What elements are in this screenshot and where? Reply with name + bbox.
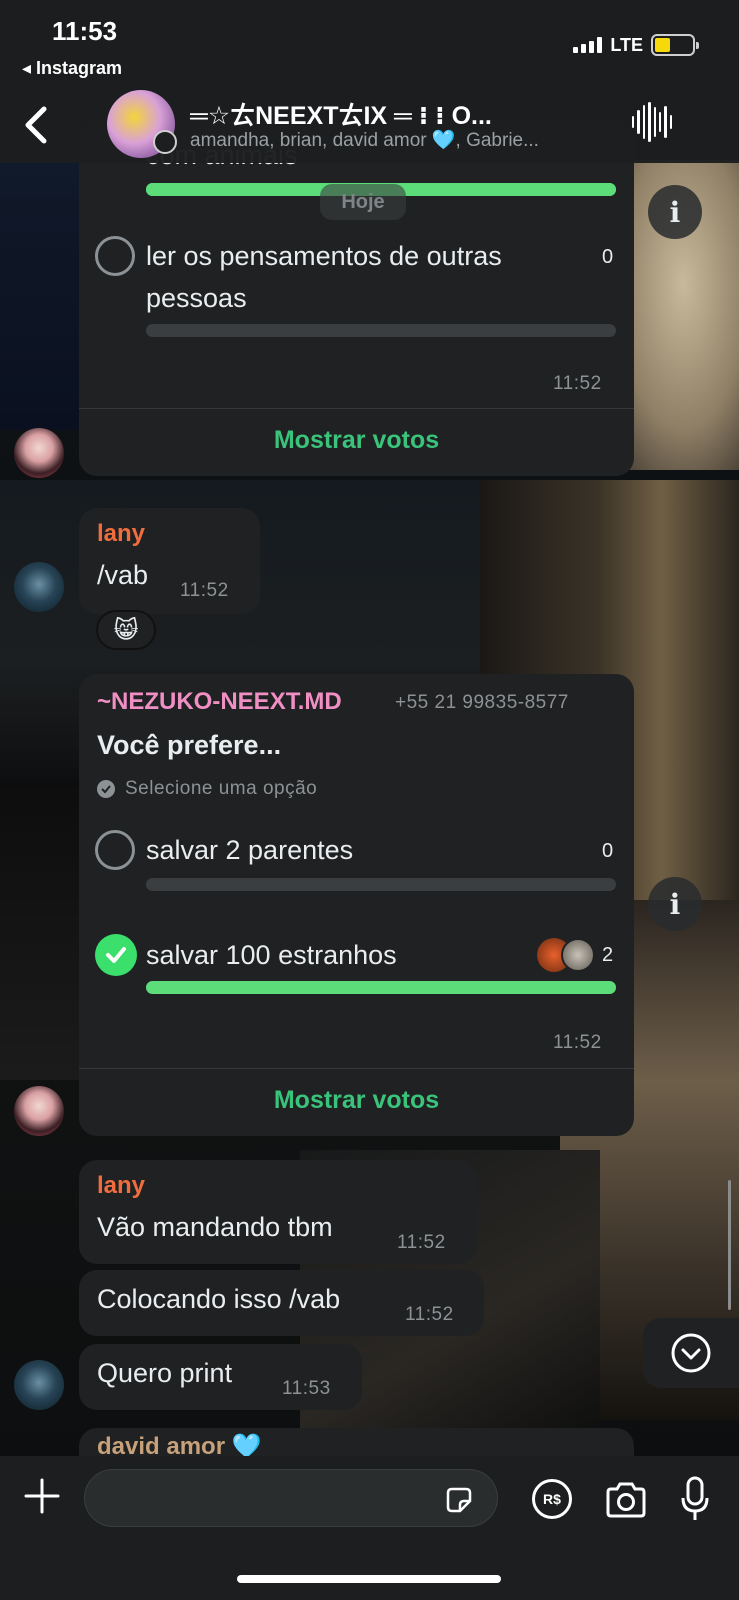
poll-radio[interactable] [95, 830, 135, 870]
message-time: 11:53 [282, 1378, 331, 1399]
info-icon[interactable]: i [648, 185, 702, 239]
mic-button[interactable] [680, 1476, 710, 1522]
date-chip: Hoje [320, 184, 406, 220]
poll-bubble: ~NEZUKO-NEEXT.MD +55 21 99835-8577 Você … [79, 674, 634, 1136]
sender-name[interactable]: lany [97, 520, 145, 548]
chat-header: 11:53 ◂ Instagram LTE ═☆ㄊNEEXTㄊIX ═ ⁝ ⁝ … [0, 0, 739, 163]
avatar[interactable] [14, 1360, 64, 1410]
back-to-app-link[interactable]: ◂ Instagram [22, 58, 122, 79]
poll-option-text[interactable]: ler os pensamentos de outras pessoas [146, 235, 506, 319]
camera-button[interactable] [604, 1482, 648, 1518]
poll-bar [146, 878, 616, 891]
back-button[interactable] [22, 105, 52, 145]
poll-option-count: 0 [602, 246, 614, 268]
message-text: Vão mandando tbm [97, 1212, 333, 1242]
payment-button[interactable]: R$ [532, 1479, 572, 1519]
poll-option-text[interactable]: salvar 2 parentes [146, 829, 353, 871]
network-label: LTE [610, 34, 643, 55]
message-bubble: Quero print 11:53 [79, 1344, 362, 1410]
avatar[interactable] [14, 1086, 64, 1136]
signal-icon [573, 37, 603, 53]
voter-avatars [537, 938, 595, 972]
poll-checkbox-checked[interactable] [95, 934, 137, 976]
chevron-left-icon [25, 106, 47, 144]
avatar [561, 938, 595, 972]
message-reaction[interactable]: 😸 [96, 610, 156, 650]
info-icon[interactable]: i [648, 877, 702, 931]
poll-bar-fill [146, 981, 616, 994]
message-time: 11:52 [405, 1304, 454, 1325]
audio-call-button[interactable] [632, 100, 672, 144]
status-time: 11:53 [52, 16, 118, 46]
message-bubble: lany Vão mandando tbm 11:52 [79, 1160, 477, 1264]
show-votes-button[interactable]: Mostrar votos [79, 426, 634, 455]
scrollbar[interactable] [728, 1180, 731, 1310]
sticker-icon [446, 1487, 472, 1513]
sticker-button[interactable] [444, 1485, 474, 1515]
home-indicator[interactable] [237, 1575, 501, 1583]
poll-option-text[interactable]: salvar 100 estranhos [146, 934, 397, 976]
camera-icon [606, 1482, 646, 1518]
divider [79, 1068, 634, 1069]
message-bubble: Colocando isso /vab 11:52 [79, 1270, 484, 1336]
plus-icon [24, 1478, 60, 1514]
group-members[interactable]: amandha, brian, david amor 🩵, Gabrie... [190, 128, 610, 152]
status-indicators: LTE [573, 34, 699, 56]
poll-option-count: 2 [602, 944, 614, 966]
poll-bar [146, 324, 616, 337]
chevron-down-icon [671, 1333, 711, 1373]
show-votes-button[interactable]: Mostrar votos [79, 1086, 634, 1115]
battery-icon [651, 34, 699, 56]
message-time: 11:52 [553, 373, 602, 394]
sender-name[interactable]: lany [97, 1172, 145, 1200]
message-text: Colocando isso /vab [97, 1284, 341, 1314]
message-time: 11:52 [553, 1032, 602, 1053]
poll-question: Você prefere... [97, 730, 282, 760]
check-icon [106, 947, 126, 963]
avatar[interactable] [14, 562, 64, 612]
message-time: 11:52 [180, 580, 229, 601]
message-time: 11:52 [397, 1232, 446, 1253]
poll-bar [146, 981, 616, 994]
scroll-down-button[interactable] [643, 1318, 739, 1388]
divider [79, 408, 634, 409]
status-ring-icon [153, 130, 177, 154]
group-name[interactable]: ═☆ㄊNEEXTㄊIX ═ ⁝ ⁝ O... [190, 96, 610, 132]
check-circle-icon [97, 780, 115, 798]
sender-phone: +55 21 99835-8577 [395, 692, 569, 713]
avatar[interactable] [14, 428, 64, 478]
poll-bubble: com animais ler os pensamentos de outras… [79, 120, 634, 476]
message-bubble: lany /vab 11:52 [79, 508, 260, 614]
poll-option-count: 0 [602, 840, 614, 862]
attach-button[interactable] [22, 1476, 62, 1516]
message-text: /vab [97, 560, 149, 590]
message-text: Quero print [97, 1358, 233, 1388]
message-input[interactable] [84, 1469, 498, 1527]
poll-hint: Selecione uma opção [125, 778, 318, 799]
mic-icon [681, 1476, 709, 1520]
poll-radio[interactable] [95, 236, 135, 276]
sender-name[interactable]: ~NEZUKO-NEEXT.MD [97, 688, 342, 716]
battery-fill [655, 38, 671, 52]
